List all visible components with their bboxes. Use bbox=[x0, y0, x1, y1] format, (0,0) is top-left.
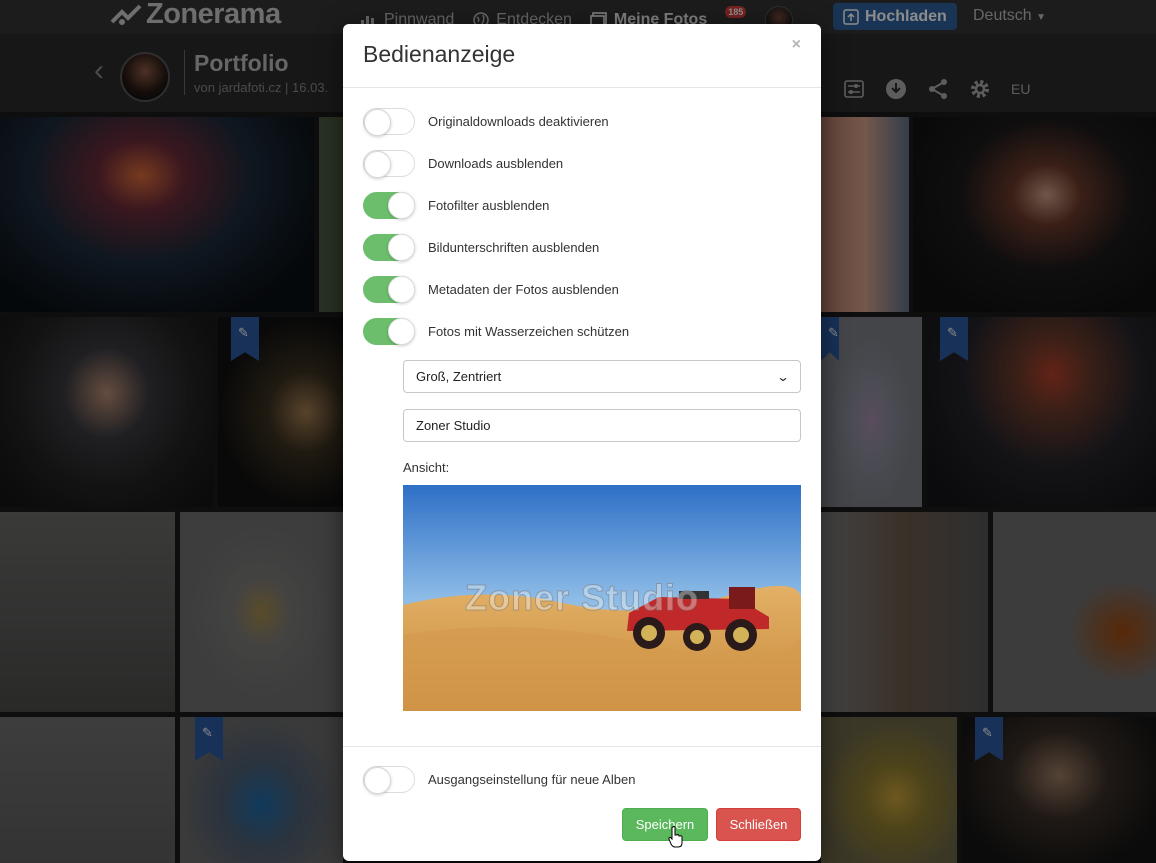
close-button[interactable]: Schließen bbox=[716, 808, 801, 841]
toggle-label: Bildunterschriften ausblenden bbox=[428, 240, 600, 255]
toggle-watermark[interactable] bbox=[363, 318, 415, 345]
toggle-hide-metadata[interactable] bbox=[363, 276, 415, 303]
dialog-footer bbox=[343, 746, 821, 861]
toggle-label: Fotos mit Wasserzeichen schützen bbox=[428, 324, 630, 339]
toggle-label: Ausgangseinstellung für neue Alben bbox=[428, 772, 636, 787]
watermark-overlay-text: Zoner Studio bbox=[465, 577, 699, 619]
dialog-title: Bedienanzeige bbox=[363, 41, 516, 67]
toggle-label: Downloads ausblenden bbox=[428, 156, 564, 171]
toggle-hide-photo-filter[interactable] bbox=[363, 192, 415, 219]
toggle-label: Metadaten der Fotos ausblenden bbox=[428, 282, 619, 297]
toggle-row-watermark: Fotos mit Wasserzeichen schützen bbox=[363, 318, 629, 345]
save-button[interactable]: Speichern bbox=[622, 808, 708, 841]
chevron-down-icon: ⌄ bbox=[776, 369, 790, 384]
toggle-row-hide-downloads: Downloads ausblenden bbox=[363, 150, 564, 178]
toggle-disable-original-downloads[interactable] bbox=[363, 108, 415, 136]
toggle-label: Originaldownloads deaktivieren bbox=[428, 114, 609, 129]
toggle-label: Fotofilter ausblenden bbox=[428, 198, 550, 213]
toggle-hide-captions[interactable] bbox=[363, 234, 415, 261]
toggle-row-hide-captions: Bildunterschriften ausblenden bbox=[363, 234, 599, 261]
toggle-row-default-new-albums: Ausgangseinstellung für neue Alben bbox=[363, 766, 636, 794]
watermark-position-select[interactable]: Groß, Zentriert ⌄ bbox=[403, 360, 801, 393]
toggle-row-hide-metadata: Metadaten der Fotos ausblenden bbox=[363, 276, 619, 303]
toggle-hide-downloads[interactable] bbox=[363, 150, 415, 178]
toggle-row-disable-original-downloads: Originaldownloads deaktivieren bbox=[363, 108, 609, 136]
dialog-header: Bedienanzeige × bbox=[343, 24, 821, 88]
preview-label: Ansicht: bbox=[403, 460, 450, 475]
watermark-position-value: Groß, Zentriert bbox=[416, 369, 502, 384]
display-settings-dialog: Bedienanzeige × Originaldownloads deakti… bbox=[343, 24, 821, 861]
close-icon[interactable]: × bbox=[792, 36, 801, 54]
toggle-default-new-albums[interactable] bbox=[363, 766, 415, 794]
hand-cursor-icon bbox=[668, 826, 683, 848]
watermark-text-input[interactable]: Zoner Studio bbox=[403, 409, 801, 442]
watermark-preview-image: Zoner Studio bbox=[403, 485, 801, 711]
toggle-row-hide-photo-filter: Fotofilter ausblenden bbox=[363, 192, 549, 219]
watermark-text-value: Zoner Studio bbox=[416, 418, 491, 433]
